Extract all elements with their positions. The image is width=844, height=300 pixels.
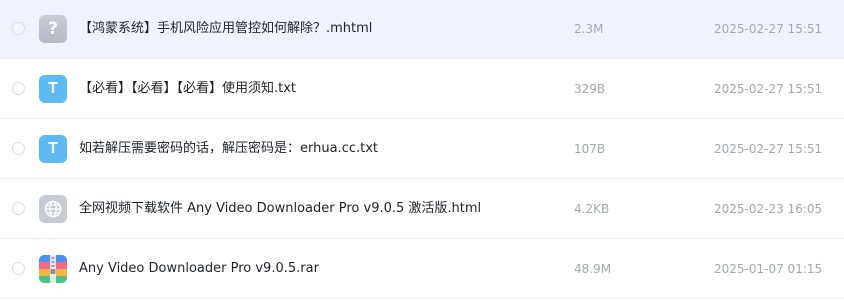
file-row-mhtml[interactable]: ? 【鸿蒙系统】手机风险应用管控如何解除？.mhtml 2.3M 2025-02… — [0, 0, 844, 59]
globe-icon-glyph — [44, 200, 62, 218]
file-row-readme-txt[interactable]: T 【必看】【必看】【必看】使用须知.txt 329B 2025-02-27 1… — [0, 60, 844, 119]
unknown-file-icon: ? — [39, 15, 67, 43]
file-size: 48.9M — [574, 262, 612, 276]
archive-icon-glyph — [39, 255, 67, 283]
file-name[interactable]: 如若解压需要密码的话，解压密码是：erhua.cc.txt — [79, 140, 378, 158]
file-name[interactable]: 全网视频下载软件 Any Video Downloader Pro v9.0.5… — [79, 200, 481, 218]
file-list: ? 【鸿蒙系统】手机风险应用管控如何解除？.mhtml 2.3M 2025-02… — [0, 0, 844, 300]
file-size: 107B — [574, 142, 606, 156]
text-file-icon: T — [39, 75, 67, 103]
file-modified-date: 2025-02-23 16:05 — [714, 202, 823, 216]
archive-icon — [39, 255, 67, 283]
row-checkbox[interactable] — [12, 142, 25, 155]
file-modified-date: 2025-02-27 15:51 — [714, 82, 823, 96]
file-modified-date: 2025-01-07 01:15 — [714, 262, 823, 276]
file-name[interactable]: 【必看】【必看】【必看】使用须知.txt — [79, 80, 296, 98]
file-modified-date: 2025-02-27 15:51 — [714, 22, 823, 36]
file-size: 2.3M — [574, 22, 604, 36]
file-row-rar[interactable]: Any Video Downloader Pro v9.0.5.rar 48.9… — [0, 240, 844, 299]
file-name[interactable]: 【鸿蒙系统】手机风险应用管控如何解除？.mhtml — [79, 20, 372, 38]
file-size: 4.2KB — [574, 202, 610, 216]
file-row-password-txt[interactable]: T 如若解压需要密码的话，解压密码是：erhua.cc.txt 107B 202… — [0, 120, 844, 179]
row-checkbox[interactable] — [12, 22, 25, 35]
row-checkbox[interactable] — [12, 82, 25, 95]
row-checkbox[interactable] — [12, 202, 25, 215]
file-modified-date: 2025-02-27 15:51 — [714, 142, 823, 156]
row-checkbox[interactable] — [12, 262, 25, 275]
text-file-icon: T — [39, 135, 67, 163]
file-row-html[interactable]: 全网视频下载软件 Any Video Downloader Pro v9.0.5… — [0, 180, 844, 239]
file-name[interactable]: Any Video Downloader Pro v9.0.5.rar — [79, 260, 319, 278]
file-size: 329B — [574, 82, 606, 96]
globe-icon — [39, 195, 67, 223]
